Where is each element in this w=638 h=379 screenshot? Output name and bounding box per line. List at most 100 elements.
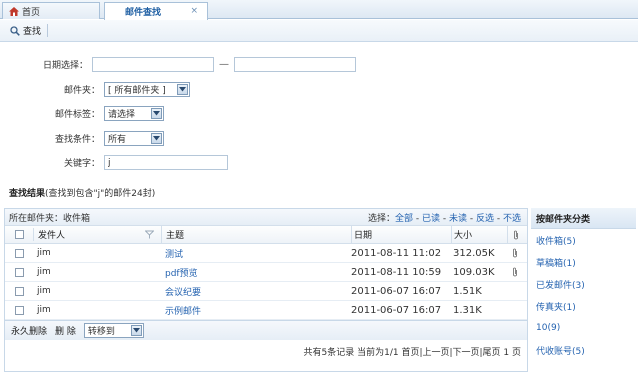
row-checkbox[interactable] <box>14 286 24 296</box>
table-top-bar: 所在邮件夹：收件箱 选择：全部 - 已读 - 未读 - 反选 - 不选 <box>5 209 527 226</box>
row-attachment-cell <box>507 267 523 277</box>
row-subject-link[interactable]: pdf预览 <box>165 269 198 279</box>
select-all-checkbox[interactable] <box>14 230 24 239</box>
result-summary: (查找到包含"j"的邮件24封) <box>45 189 156 199</box>
flag-icon <box>144 230 154 239</box>
select-sep: - <box>467 213 476 224</box>
condition-row: 查找条件： 所有 <box>0 131 164 146</box>
sidebar-item-fax[interactable]: 传真夹(1) <box>531 295 636 317</box>
row-checkbox-cell <box>5 305 33 315</box>
result-title: 查找结果(查找到包含"j"的邮件24封) <box>9 186 155 199</box>
folder-sidebar: 按邮件夹分类 收件箱(5) 草稿箱(1) 已发邮件(3) 传真夹(1) 10(9… <box>531 208 636 372</box>
row-checkbox[interactable] <box>14 267 24 277</box>
header-flag[interactable] <box>137 230 161 239</box>
pager[interactable]: 共有5条记录 当前为1/1 首页|上一页|下一页|尾页 1 页 <box>5 340 527 362</box>
home-icon <box>9 6 19 16</box>
date-to-input[interactable] <box>234 57 356 72</box>
keyword-label: 关键字： <box>63 159 100 169</box>
table-row[interactable]: jim 会议纪要 2011-06-07 16:07 1.51K <box>5 282 527 301</box>
tab-home-label: 首页 <box>22 7 41 18</box>
select-sep: - <box>413 213 422 224</box>
folder-row: 邮件夹： [ 所有邮件夹 ] <box>0 82 190 97</box>
tag-row: 邮件标签： 请选择 <box>0 106 164 121</box>
select-none-link[interactable]: 不选 <box>503 214 521 224</box>
row-date: 2011-08-11 11:02 <box>351 247 442 259</box>
sidebar-item-inbox[interactable]: 收件箱(5) <box>531 229 636 251</box>
chevron-down-icon <box>151 108 162 119</box>
tab-mail-search-label: 邮件查找 <box>125 8 162 18</box>
condition-select-value: 所有 <box>108 135 127 145</box>
tab-bar: 首页 邮件查找 × <box>0 0 638 20</box>
row-date: 2011-08-11 10:59 <box>351 266 442 278</box>
row-subject-link[interactable]: 测试 <box>165 250 183 260</box>
sidebar-item-drafts[interactable]: 草稿箱(1) <box>531 251 636 273</box>
row-checkbox[interactable] <box>14 248 24 258</box>
mail-table: 所在邮件夹：收件箱 选择：全部 - 已读 - 未读 - 反选 - 不选 发件人 … <box>4 208 528 372</box>
date-from-input[interactable] <box>92 57 214 72</box>
table-header: 发件人 主题 日期 大小 <box>5 226 527 244</box>
row-sender: jim <box>37 248 51 258</box>
row-subject-link[interactable]: 示例邮件 <box>165 307 201 317</box>
select-read-link[interactable]: 已读 <box>422 214 440 224</box>
select-unread-link[interactable]: 未读 <box>449 214 467 224</box>
close-icon[interactable]: × <box>190 6 198 16</box>
select-invert-link[interactable]: 反选 <box>476 214 494 224</box>
paperclip-icon <box>512 267 518 277</box>
sidebar-item-sent[interactable]: 已发邮件(3) <box>531 273 636 295</box>
tag-select[interactable]: 请选择 <box>104 106 164 121</box>
table-row[interactable]: jim pdf预览 2011-08-11 10:59 109.03K <box>5 263 527 282</box>
chevron-down-icon <box>130 325 142 336</box>
magnifier-icon <box>10 25 20 36</box>
tab-mail-search[interactable]: 邮件查找 × <box>104 2 208 20</box>
tab-home[interactable]: 首页 <box>2 2 100 19</box>
keyword-row: 关键字： <box>0 155 228 170</box>
condition-select[interactable]: 所有 <box>104 131 164 146</box>
header-subject[interactable]: 主题 <box>161 226 351 243</box>
paperclip-icon <box>512 248 518 258</box>
folder-select-value: [ 所有邮件夹 ] <box>108 86 166 96</box>
result-title-label: 查找结果 <box>9 189 46 199</box>
move-to-select[interactable]: 转移到 <box>83 323 144 338</box>
date-separator: — <box>219 59 229 70</box>
row-size: 1.51K <box>453 285 482 297</box>
chevron-down-icon <box>177 84 188 95</box>
date-label: 日期选择： <box>42 61 88 71</box>
row-checkbox[interactable] <box>14 305 24 315</box>
tag-select-value: 请选择 <box>108 110 136 120</box>
date-row: 日期选择： — <box>0 57 356 72</box>
row-checkbox-cell <box>5 286 33 296</box>
search-button[interactable]: 查找 <box>10 24 49 37</box>
folder-select[interactable]: [ 所有邮件夹 ] <box>104 82 190 97</box>
header-sender[interactable]: 发件人 <box>33 228 137 241</box>
search-button-label: 查找 <box>23 27 42 37</box>
action-bar: 永久删除 删 除 转移到 <box>5 320 527 340</box>
chevron-down-icon <box>151 133 162 144</box>
row-checkbox-cell <box>5 267 33 277</box>
paperclip-icon <box>513 230 519 240</box>
row-sender: jim <box>37 267 51 277</box>
row-date: 2011-06-07 16:07 <box>351 304 442 316</box>
table-row[interactable]: jim 示例邮件 2011-06-07 16:07 1.31K <box>5 301 527 320</box>
header-date[interactable]: 日期 <box>351 226 451 243</box>
row-date: 2011-06-07 16:07 <box>351 285 442 297</box>
header-attachment <box>507 226 523 243</box>
sidebar-title: 按邮件夹分类 <box>531 208 636 229</box>
select-all-link[interactable]: 全部 <box>395 214 413 224</box>
select-links: 选择：全部 - 已读 - 未读 - 反选 - 不选 <box>368 211 521 224</box>
folder-label: 邮件夹： <box>63 86 100 96</box>
delete-button[interactable]: 删 除 <box>55 324 76 337</box>
select-prefix: 选择： <box>367 213 395 224</box>
header-size[interactable]: 大小 <box>451 226 507 243</box>
sidebar-item-collection-accounts[interactable]: 代收账号(5) <box>531 339 636 361</box>
row-size: 1.31K <box>453 304 482 316</box>
row-size: 312.05K <box>453 247 495 259</box>
sidebar-item-10[interactable]: 10(9) <box>531 317 636 339</box>
row-subject-link[interactable]: 会议纪要 <box>165 288 201 298</box>
keyword-input[interactable] <box>104 155 228 170</box>
row-attachment-cell <box>507 248 523 258</box>
delete-forever-button[interactable]: 永久删除 <box>11 324 47 337</box>
select-sep: - <box>494 213 503 224</box>
table-row[interactable]: jim 测试 2011-08-11 11:02 312.05K <box>5 244 527 263</box>
row-sender: jim <box>37 305 51 315</box>
condition-label: 查找条件： <box>54 135 100 145</box>
